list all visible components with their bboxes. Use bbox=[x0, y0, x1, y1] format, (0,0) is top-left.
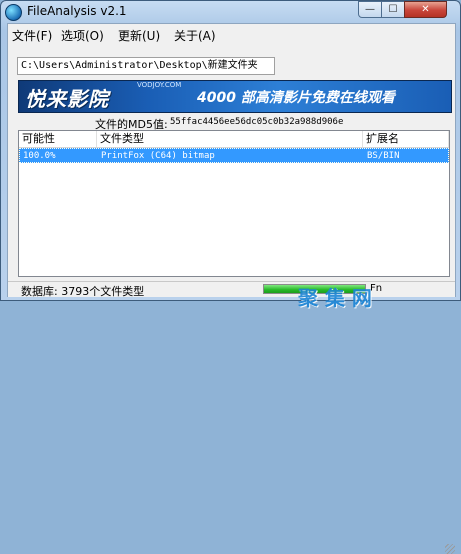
menu-file[interactable]: 文件(F) bbox=[12, 27, 52, 44]
database-status: 数据库: 3793个文件类型 bbox=[21, 285, 145, 298]
client-area: 文件(F) 选项(O) 更新(U) 关于(A) C:\Users\Adminis… bbox=[7, 23, 456, 554]
title-bar[interactable]: FileAnalysis v2.1 — ☐ ✕ bbox=[1, 1, 460, 23]
md5-value: 55ffac4456ee56dc05c0b32a988d906e bbox=[170, 117, 344, 127]
menu-about[interactable]: 关于(A) bbox=[174, 27, 216, 44]
minimize-button[interactable]: — bbox=[358, 1, 382, 18]
results-table: 可能性 文件类型 扩展名 100.0% PrintFox (C64) bitma… bbox=[18, 130, 450, 277]
application-window: FileAnalysis v2.1 — ☐ ✕ 文件(F) 选项(O) 更新(U… bbox=[0, 0, 461, 554]
file-path-field[interactable]: C:\Users\Administrator\Desktop\新建文件夹 bbox=[17, 57, 275, 75]
menu-options[interactable]: 选项(O) bbox=[61, 27, 104, 44]
column-header-extension[interactable]: 扩展名 bbox=[363, 131, 449, 147]
cell-extension: BS/BIN bbox=[367, 151, 400, 161]
window-title: FileAnalysis v2.1 bbox=[27, 4, 127, 18]
banner-site: VODJOY.COM bbox=[137, 81, 182, 89]
column-header-probability[interactable]: 可能性 bbox=[19, 131, 97, 147]
menu-bar: 文件(F) 选项(O) 更新(U) 关于(A) bbox=[8, 24, 455, 44]
column-header-type[interactable]: 文件类型 bbox=[97, 131, 363, 147]
table-row[interactable]: 100.0% PrintFox (C64) bitmap BS/BIN bbox=[19, 148, 449, 163]
app-globe-icon bbox=[5, 4, 22, 21]
maximize-button[interactable]: ☐ bbox=[381, 1, 405, 18]
resize-grip-icon[interactable] bbox=[445, 544, 455, 554]
cell-file-type: PrintFox (C64) bitmap bbox=[101, 151, 215, 161]
table-header: 可能性 文件类型 扩展名 bbox=[19, 131, 449, 148]
status-bar: 数据库: 3793个文件类型 Fn bbox=[8, 281, 455, 554]
cell-probability: 100.0% bbox=[23, 151, 56, 161]
menu-update[interactable]: 更新(U) bbox=[118, 27, 160, 44]
banner-logo: 悦来影院 bbox=[25, 87, 109, 111]
ad-banner[interactable]: 悦来影院 VODJOY.COM 4000 部高清影片免费在线观看 bbox=[18, 80, 452, 113]
close-button[interactable]: ✕ bbox=[404, 1, 447, 18]
watermark-logo: 聚 集 网 bbox=[298, 286, 372, 310]
banner-slogan: 4000 部高清影片免费在线观看 bbox=[197, 90, 395, 106]
